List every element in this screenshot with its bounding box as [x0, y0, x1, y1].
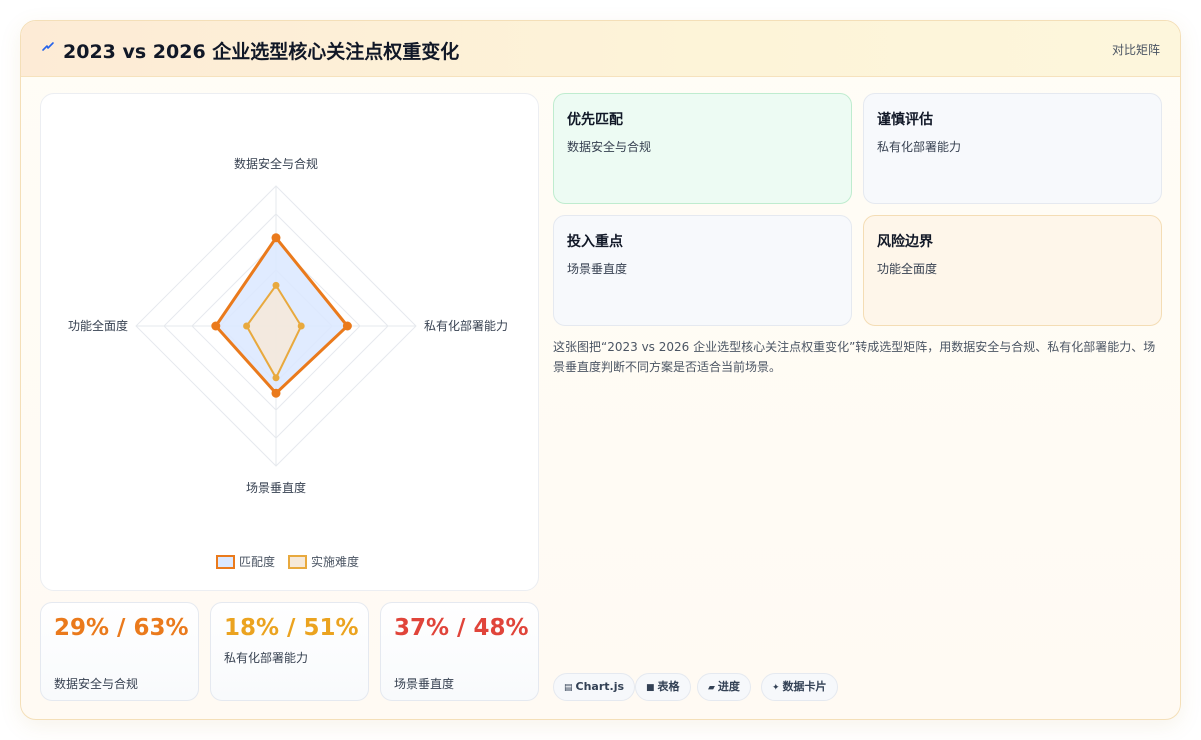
legend-label: 实施难度	[311, 554, 359, 569]
tile-priority-match: 优先匹配 数据安全与合规	[553, 93, 852, 204]
tile-risk-boundary: 风险边界 功能全面度	[863, 215, 1162, 326]
matrix-badge[interactable]: 对比矩阵	[1112, 41, 1160, 58]
kpi-value: 18% / 51%	[224, 615, 359, 641]
table-icon: ■	[646, 683, 655, 693]
legend-label: 匹配度	[239, 554, 275, 569]
page-title: 2023 vs 2026 企业选型核心关注点权重变化	[63, 41, 460, 63]
tile-title: 投入重点	[567, 234, 623, 250]
kpi-label: 私有化部署能力	[224, 651, 309, 665]
radar-data-point	[271, 233, 281, 243]
tag-data-card[interactable]: ✦ 数据卡片	[761, 673, 838, 701]
kpi-label: 数据安全与合规	[54, 677, 139, 691]
tile-subtitle: 功能全面度	[877, 262, 938, 276]
matrix-card: 2023 vs 2026 企业选型核心关注点权重变化 对比矩阵 数据安全与合规私…	[20, 20, 1181, 720]
chart-icon: ▤	[564, 683, 573, 693]
radar-chart-panel: 数据安全与合规私有化部署能力场景垂直度 功能全面度匹配度 实施难度	[40, 93, 539, 591]
tile-careful-evaluation: 谨慎评估 私有化部署能力	[863, 93, 1162, 204]
sparkle-icon: ✦	[772, 683, 780, 693]
legend-swatch	[288, 555, 307, 569]
matrix-description: 这张图把“2023 vs 2026 企业选型核心关注点权重变化”转成选型矩阵，用…	[553, 340, 1156, 374]
tile-title: 谨慎评估	[877, 112, 933, 128]
kpi-card-private-deploy: 18% / 51% 私有化部署能力	[210, 602, 369, 701]
tile-subtitle: 私有化部署能力	[877, 140, 962, 154]
progress-icon: ▰	[708, 683, 715, 693]
tag-label: 数据卡片	[782, 680, 827, 693]
kpi-value: 37% / 48%	[394, 615, 529, 641]
lightning-icon	[42, 42, 54, 51]
legend-swatch	[216, 555, 235, 569]
tile-title: 优先匹配	[567, 112, 623, 128]
radar-data-point	[211, 321, 221, 331]
radar-data-point	[272, 281, 280, 289]
radar-data-point	[271, 388, 281, 398]
tag-table[interactable]: ■ 表格	[635, 673, 691, 701]
tile-subtitle: 数据安全与合规	[567, 140, 652, 154]
card-header: 2023 vs 2026 企业选型核心关注点权重变化 对比矩阵	[21, 21, 1180, 77]
tag-label: 进度	[717, 680, 740, 693]
kpi-card-vertical: 37% / 48% 场景垂直度	[380, 602, 539, 701]
tag-progress[interactable]: ▰ 进度	[697, 673, 751, 701]
tag-chartjs[interactable]: ▤ Chart.js	[553, 673, 636, 701]
radar-axis-label: 私有化部署能力	[424, 318, 508, 333]
kpi-card-security: 29% / 63% 数据安全与合规	[40, 602, 199, 701]
tag-label: Chart.js	[575, 680, 625, 693]
radar-chart: 数据安全与合规私有化部署能力场景垂直度 功能全面度匹配度 实施难度	[68, 156, 508, 569]
kpi-value: 29% / 63%	[54, 615, 189, 641]
radar-axis-label: 场景垂直度	[246, 480, 306, 495]
tag-label: 表格	[657, 680, 680, 693]
radar-data-point	[243, 322, 251, 330]
tile-investment-focus: 投入重点 场景垂直度	[553, 215, 852, 326]
tile-title: 风险边界	[877, 234, 933, 250]
radar-data-point	[272, 374, 280, 382]
radar-data-point	[297, 322, 305, 330]
kpi-label: 场景垂直度	[394, 677, 455, 691]
radar-axis-label: 数据安全与合规	[234, 156, 318, 171]
radar-axis-label: 功能全面度	[68, 318, 128, 333]
radar-data-point	[342, 321, 352, 331]
tile-subtitle: 场景垂直度	[567, 262, 628, 276]
